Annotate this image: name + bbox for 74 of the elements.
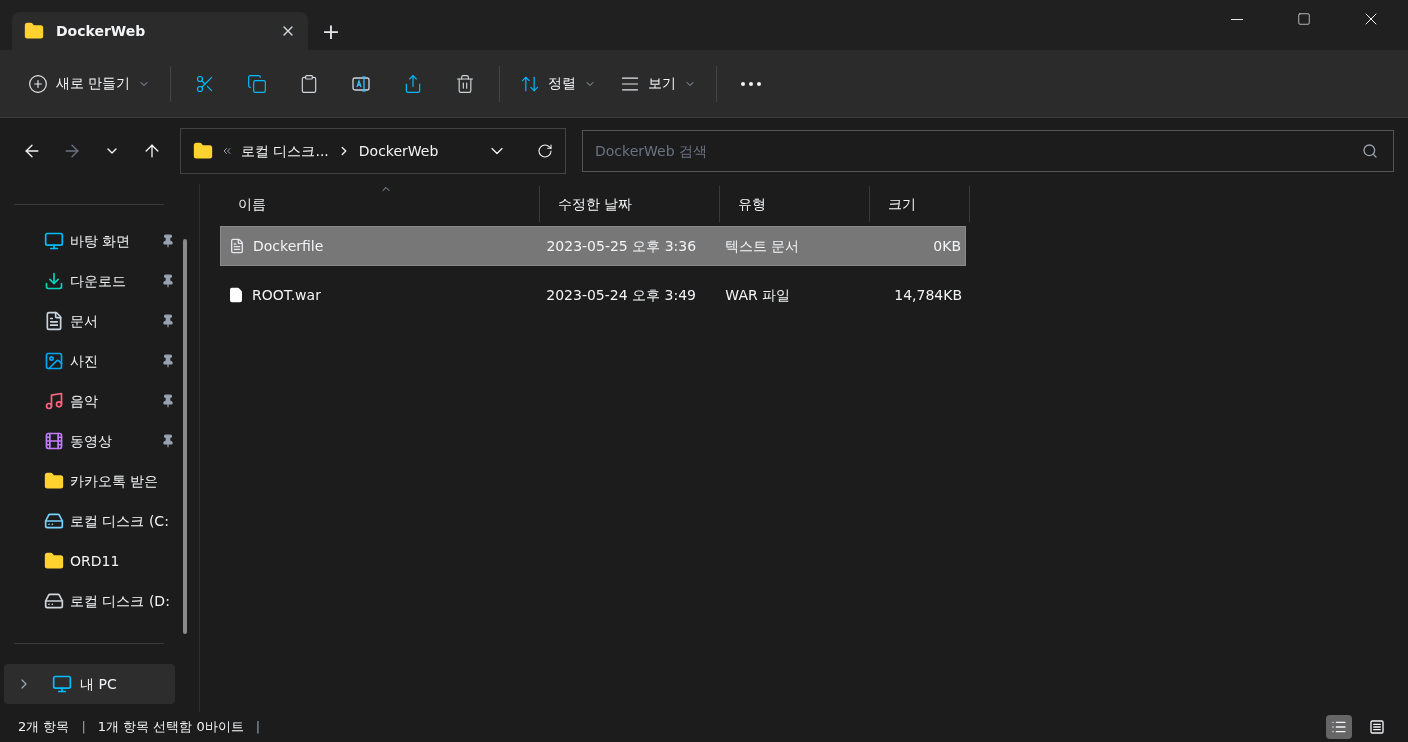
column-header[interactable]: 수정한 날짜 xyxy=(540,186,720,222)
folder-icon xyxy=(24,21,44,41)
scrollbar[interactable] xyxy=(183,239,187,634)
music-icon xyxy=(44,391,64,411)
date-cell-text: 2023-05-25 오후 3:36 xyxy=(545,236,698,256)
new-tab-button[interactable]: + xyxy=(308,12,354,50)
view-button[interactable]: 보기 xyxy=(608,65,709,102)
pin-icon xyxy=(161,354,175,368)
desktop-icon xyxy=(44,231,64,251)
folder-icon xyxy=(193,141,213,161)
breadcrumb[interactable]: DockerWeb xyxy=(358,140,439,162)
minimize-icon xyxy=(1231,18,1243,20)
sidebar-item[interactable]: 바탕 화면 xyxy=(0,221,179,261)
delete-icon xyxy=(455,73,476,94)
column-header[interactable]: 유형 xyxy=(720,186,870,222)
text-file-icon xyxy=(229,236,245,256)
document-icon xyxy=(44,311,64,331)
pin-icon xyxy=(161,234,175,248)
tab[interactable]: DockerWeb xyxy=(12,12,308,50)
file-icon xyxy=(228,285,244,305)
search-icon xyxy=(1362,143,1378,159)
details-view-button[interactable] xyxy=(1326,715,1352,739)
sidebar-item[interactable]: 음악 xyxy=(0,381,179,421)
column-header[interactable]: 이름 xyxy=(220,186,540,222)
breadcrumb[interactable]: 로컬 디스크... xyxy=(241,140,329,162)
sidebar-item[interactable]: 동영상 xyxy=(0,421,179,461)
status-separator: | xyxy=(255,718,261,737)
search-field[interactable]: DockerWeb 검색 xyxy=(582,130,1394,172)
drive-icon xyxy=(44,591,64,611)
pin-icon xyxy=(161,394,175,408)
sidebar-item[interactable]: 로컬 디스크 (D: xyxy=(0,581,179,621)
folder-icon xyxy=(44,551,64,571)
address-bar[interactable]: 로컬 디스크... DockerWeb xyxy=(180,128,566,174)
status-text: 1개 항목 선택함 0바이트 xyxy=(97,718,244,737)
rename-icon xyxy=(351,73,372,94)
sidebar-item[interactable]: 문서 xyxy=(0,301,179,341)
film-icon xyxy=(44,431,64,451)
sort-button[interactable]: 정렬 xyxy=(508,65,609,102)
file-name: ROOT.war xyxy=(252,285,321,305)
file-row[interactable]: ROOT.war 2023-05-24 오후 3:49 WAR 파일 14,784KB xyxy=(220,275,966,315)
sidebar-item[interactable]: 로컬 디스크 (C: xyxy=(0,501,179,541)
size-cell-text: 14,784KB xyxy=(893,285,963,305)
sidebar-item[interactable]: 내 PC xyxy=(4,664,175,704)
copy-icon xyxy=(247,73,268,94)
tab-title: DockerWeb xyxy=(56,21,147,41)
column-header[interactable]: 크기 xyxy=(870,186,970,222)
size-cell-text: 0KB xyxy=(932,236,962,256)
new-button[interactable]: 새로 만들기 xyxy=(16,65,163,102)
refresh-icon xyxy=(537,143,553,159)
add-icon xyxy=(28,73,48,94)
computer-icon xyxy=(52,674,72,694)
file-row[interactable]: Dockerfile 2023-05-25 오후 3:36 텍스트 문서 0KB xyxy=(220,226,966,266)
more-icon xyxy=(741,81,762,86)
type-cell-text: 텍스트 문서 xyxy=(724,236,801,256)
pin-icon xyxy=(161,314,175,328)
sidebar-item[interactable]: 다운로드 xyxy=(0,261,179,301)
file-name: Dockerfile xyxy=(253,236,324,256)
pin-icon xyxy=(161,434,175,448)
overflow-icon xyxy=(221,145,233,157)
picture-icon xyxy=(44,351,64,371)
pin-icon xyxy=(161,274,175,288)
maximize-icon xyxy=(1297,12,1311,26)
status-separator: | xyxy=(81,718,86,737)
folder-icon xyxy=(44,471,64,491)
sidebar-item[interactable]: 사진 xyxy=(0,341,179,381)
download-icon xyxy=(44,271,64,291)
status-text: 2개 항목 xyxy=(18,718,70,737)
date-cell-text: 2023-05-24 오후 3:49 xyxy=(545,285,697,305)
type-cell-text: WAR 파일 xyxy=(724,285,792,305)
sidebar-item[interactable]: ORD11 xyxy=(0,541,179,581)
tile-icon xyxy=(1369,719,1385,735)
sidebar-item[interactable]: 카카오톡 받은 xyxy=(0,461,179,501)
list-icon xyxy=(1331,719,1347,735)
drive-icon xyxy=(44,511,64,531)
